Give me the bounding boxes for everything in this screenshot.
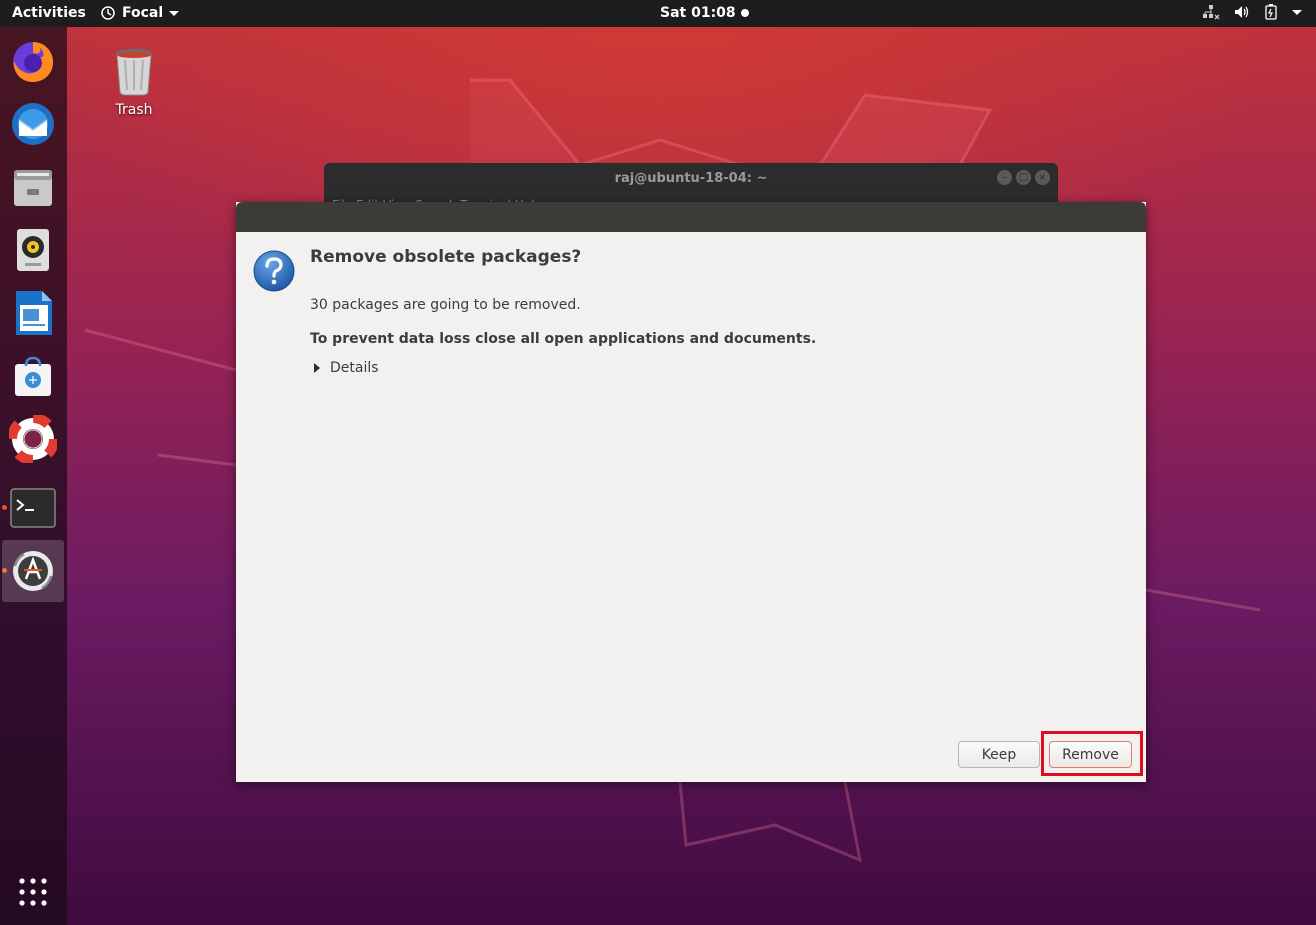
thunderbird-icon: [12, 103, 54, 145]
minimize-icon[interactable]: –: [997, 170, 1012, 185]
app-menu[interactable]: Focal: [100, 5, 180, 21]
keep-button[interactable]: Keep: [958, 741, 1040, 768]
software-updater-icon: [13, 551, 53, 591]
dock-item-help[interactable]: [2, 408, 64, 470]
app-indicator-icon: [101, 6, 115, 20]
dock-item-thunderbird[interactable]: [2, 93, 64, 155]
remove-packages-dialog: Remove obsolete packages? 30 packages ar…: [236, 202, 1146, 782]
maximize-icon[interactable]: □: [1016, 170, 1031, 185]
notification-dot-icon: [740, 9, 749, 17]
window-controls: – □ ×: [997, 170, 1050, 185]
dock-item-software-updater[interactable]: [2, 540, 64, 602]
terminal-title: raj@ubuntu-18-04: ~: [614, 171, 768, 186]
chevron-down-icon: [1292, 9, 1302, 15]
trash-label: Trash: [115, 102, 153, 118]
trash-icon: [116, 49, 152, 96]
dialog-titlebar[interactable]: [236, 202, 1146, 232]
question-icon: [253, 250, 295, 292]
terminal-icon: [10, 488, 56, 528]
dock-item-terminal[interactable]: [2, 477, 64, 539]
details-expander[interactable]: Details: [314, 360, 379, 376]
expander-arrow-icon: [314, 363, 320, 373]
clock[interactable]: Sat 01:08: [660, 5, 749, 21]
software-store-icon: [15, 356, 51, 396]
volume-icon: [1235, 6, 1249, 18]
help-icon: [9, 415, 57, 463]
details-label: Details: [330, 360, 379, 376]
top-bar: Activities Focal Sat 01:08: [0, 0, 1316, 27]
close-icon[interactable]: ×: [1035, 170, 1050, 185]
dock-item-rhythmbox[interactable]: [2, 219, 64, 281]
libreoffice-writer-icon: [16, 291, 52, 335]
battery-icon: [1265, 4, 1277, 20]
firefox-icon: [13, 42, 54, 82]
dialog-message: 30 packages are going to be removed.: [310, 297, 581, 313]
system-tray[interactable]: [1202, 4, 1302, 20]
dock-item-writer[interactable]: [2, 282, 64, 344]
dock: [0, 27, 67, 925]
dock-item-show-apps[interactable]: [2, 861, 64, 923]
activities-button[interactable]: Activities: [12, 5, 86, 21]
rhythmbox-icon: [17, 229, 49, 271]
dialog-warning: To prevent data loss close all open appl…: [310, 331, 817, 347]
desktop-trash[interactable]: Trash: [108, 46, 160, 118]
remove-button-highlight: [1041, 731, 1143, 776]
clock-label: Sat 01:08: [660, 5, 736, 21]
dock-item-files[interactable]: [2, 156, 64, 218]
files-icon: [14, 170, 52, 206]
network-icon: [1203, 5, 1220, 20]
dock-item-software[interactable]: [2, 345, 64, 407]
chevron-down-icon: [169, 10, 180, 16]
dock-item-firefox[interactable]: [2, 30, 64, 92]
dialog-heading: Remove obsolete packages?: [310, 247, 582, 267]
app-menu-label: Focal: [122, 5, 164, 21]
show-apps-icon: [19, 878, 47, 906]
